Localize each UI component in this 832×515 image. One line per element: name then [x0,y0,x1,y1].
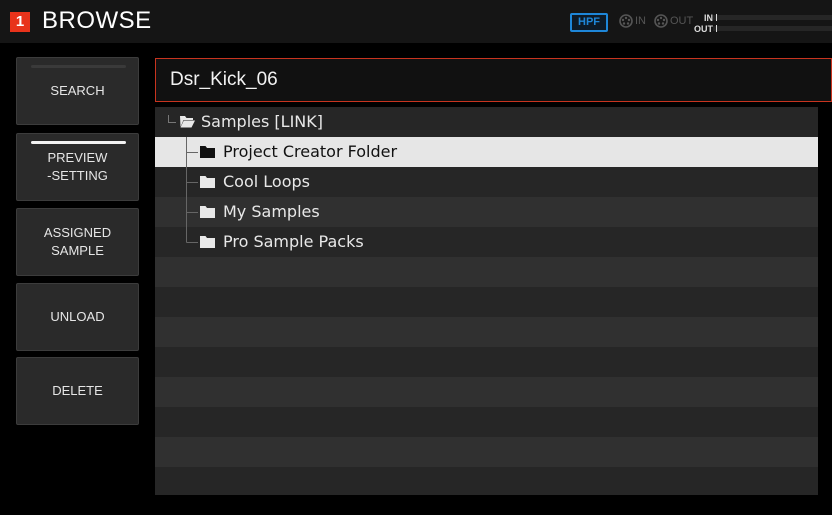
hpf-indicator[interactable]: HPF [570,13,608,32]
tree-item-label: Project Creator Folder [223,142,398,161]
meter-in-label: IN [704,13,713,23]
empty-row [155,257,818,287]
unload-button[interactable]: UNLOAD [16,283,139,351]
empty-row [155,317,818,347]
assigned-sample-button[interactable]: ASSIGNED SAMPLE [16,208,139,276]
midi-in-icon [619,14,633,28]
list-item[interactable]: Cool Loops [155,167,818,197]
delete-button[interactable]: DELETE [16,357,139,425]
assigned-sample-button-label: ASSIGNED SAMPLE [43,225,112,258]
top-bar: 1 BROWSE HPF IN OUT IN OUT [0,0,832,43]
folder-icon [200,206,215,218]
search-button[interactable]: SEARCH [16,57,139,125]
folder-open-icon [180,116,195,128]
button-indicator-active [31,141,126,144]
tree-item-label: Pro Sample Packs [223,232,364,251]
list-item[interactable]: Pro Sample Packs [155,227,818,257]
list-item[interactable]: My Samples [155,197,818,227]
list-item-root[interactable]: Samples [LINK] [155,107,818,137]
button-indicator [31,65,126,68]
search-button-label: SEARCH [50,83,105,98]
preview-setting-button[interactable]: PREVIEW -SETTING [16,133,139,201]
input-meter-marker [716,14,717,21]
midi-out-label: OUT [670,15,694,27]
folder-icon [200,146,215,158]
scrollbar[interactable] [818,107,832,495]
folder-icon [200,176,215,188]
delete-button-label: DELETE [52,383,103,398]
preview-setting-button-label: PREVIEW -SETTING [47,150,108,183]
tree-item-label: Cool Loops [223,172,310,191]
empty-row [155,437,818,467]
folder-icon [200,236,215,248]
list-item-selected[interactable]: Project Creator Folder [155,137,818,167]
tree-item-label: My Samples [223,202,320,221]
sample-name-field[interactable]: Dsr_Kick_06 [155,58,832,102]
unload-button-label: UNLOAD [50,309,105,324]
tree-root-label: Samples [LINK] [201,112,323,131]
empty-row [155,407,818,437]
empty-row [155,287,818,317]
page-title: BROWSE [42,7,152,34]
midi-out-icon [654,14,668,28]
midi-in-label: IN [635,15,646,27]
file-browser-list: Samples [LINK] Project Creator Folder Co… [155,107,818,495]
output-meter-marker [716,25,717,32]
empty-row [155,467,818,495]
empty-row [155,347,818,377]
input-level-meter [713,15,832,20]
meter-out-label: OUT [694,24,713,34]
output-level-meter [713,26,832,31]
empty-row [155,377,818,407]
track-number-badge: 1 [10,12,30,32]
